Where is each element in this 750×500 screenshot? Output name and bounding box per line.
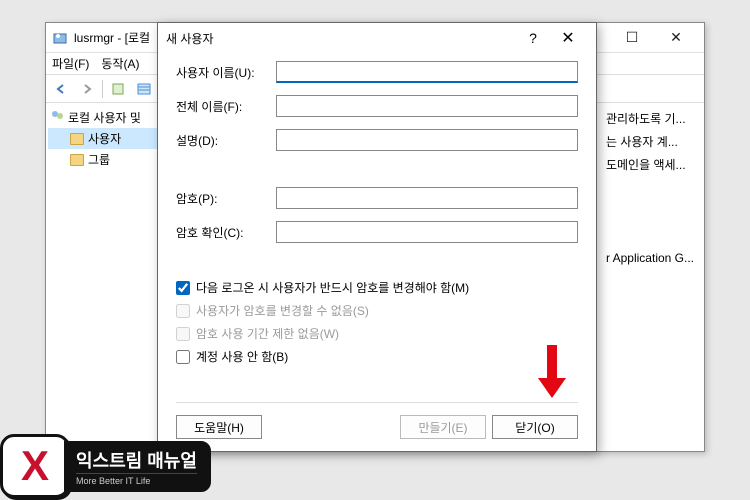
cb-cannot-change: 사용자가 암호를 변경할 수 없음(S) — [176, 302, 578, 319]
menu-file[interactable]: 파일(F) — [52, 55, 89, 72]
logo-tagline: More Better IT Life — [76, 473, 197, 486]
password-label: 암호(P): — [176, 190, 276, 207]
folder-icon — [70, 154, 84, 166]
close-button[interactable]: 닫기(O) — [492, 415, 578, 439]
password-input[interactable] — [276, 187, 578, 209]
tree-panel: 로컬 사용자 및 사용자 그룹 — [46, 103, 166, 451]
password-row: 암호(P): — [176, 187, 578, 209]
users-group-icon — [50, 109, 64, 126]
account-disabled-label: 계정 사용 안 함(B) — [196, 348, 288, 365]
dialog-titlebar: 새 사용자 ? ✕ — [158, 23, 596, 53]
fullname-label: 전체 이름(F): — [176, 98, 276, 115]
watermark-logo: X 익스트림 매뉴얼 More Better IT Life — [0, 430, 280, 500]
back-icon[interactable] — [50, 78, 72, 100]
cannot-change-checkbox — [176, 304, 190, 318]
confirm-input[interactable] — [276, 221, 578, 243]
confirm-row: 암호 확인(C): — [176, 221, 578, 243]
tree-groups[interactable]: 그룹 — [48, 149, 163, 170]
username-row: 사용자 이름(U): — [176, 61, 578, 83]
app-icon — [52, 30, 68, 46]
forward-icon[interactable] — [76, 78, 98, 100]
close-button-label: 닫기(O) — [515, 419, 554, 436]
username-label: 사용자 이름(U): — [176, 64, 276, 81]
list-item[interactable]: 는 사용자 계... — [606, 130, 694, 153]
maximize-button[interactable]: ☐ — [610, 24, 654, 52]
desc-input[interactable] — [276, 129, 578, 151]
dialog-body: 사용자 이름(U): 전체 이름(F): 설명(D): 암호(P): 암호 확인… — [158, 53, 596, 383]
options-icon[interactable] — [107, 78, 129, 100]
close-button[interactable]: ✕ — [654, 24, 698, 52]
cb-never-expires: 암호 사용 기간 제한 없음(W) — [176, 325, 578, 342]
list-item[interactable]: r Application G... — [606, 248, 694, 268]
must-change-checkbox[interactable] — [176, 281, 190, 295]
help-icon[interactable]: ? — [518, 30, 548, 46]
tree-users-label: 사용자 — [88, 130, 121, 147]
fullname-input[interactable] — [276, 95, 578, 117]
tree-users[interactable]: 사용자 — [48, 128, 163, 149]
create-button: 만들기(E) — [400, 415, 486, 439]
arrow-annotation — [532, 340, 572, 403]
dialog-title: 새 사용자 — [166, 30, 518, 47]
tree-groups-label: 그룹 — [88, 151, 110, 168]
create-button-label: 만들기(E) — [418, 419, 467, 436]
desc-label: 설명(D): — [176, 132, 276, 149]
username-input[interactable] — [276, 61, 578, 83]
fullname-row: 전체 이름(F): — [176, 95, 578, 117]
list-item[interactable]: 도메인을 액세... — [606, 153, 694, 176]
list-view-icon[interactable] — [133, 78, 155, 100]
must-change-label: 다음 로그온 시 사용자가 반드시 암호를 변경해야 함(M) — [196, 279, 469, 296]
logo-x-icon: X — [0, 434, 70, 498]
desc-row: 설명(D): — [176, 129, 578, 151]
logo-text: 익스트림 매뉴얼 More Better IT Life — [64, 441, 211, 492]
confirm-label: 암호 확인(C): — [176, 224, 276, 241]
menu-action[interactable]: 동작(A) — [101, 55, 139, 72]
folder-icon — [70, 133, 84, 145]
cb-disabled[interactable]: 계정 사용 안 함(B) — [176, 348, 578, 365]
new-user-dialog: 새 사용자 ? ✕ 사용자 이름(U): 전체 이름(F): 설명(D): 암호… — [157, 22, 597, 452]
never-expires-checkbox — [176, 327, 190, 341]
close-icon[interactable]: ✕ — [548, 28, 588, 48]
logo-brand: 익스트림 매뉴얼 — [76, 447, 197, 473]
cb-must-change[interactable]: 다음 로그온 시 사용자가 반드시 암호를 변경해야 함(M) — [176, 279, 578, 296]
never-expires-label: 암호 사용 기간 제한 없음(W) — [196, 325, 339, 342]
tree-root[interactable]: 로컬 사용자 및 — [48, 107, 163, 128]
tree-root-label: 로컬 사용자 및 — [68, 109, 141, 126]
account-disabled-checkbox[interactable] — [176, 350, 190, 364]
cannot-change-label: 사용자가 암호를 변경할 수 없음(S) — [196, 302, 369, 319]
list-item[interactable]: 관리하도록 기... — [606, 107, 694, 130]
